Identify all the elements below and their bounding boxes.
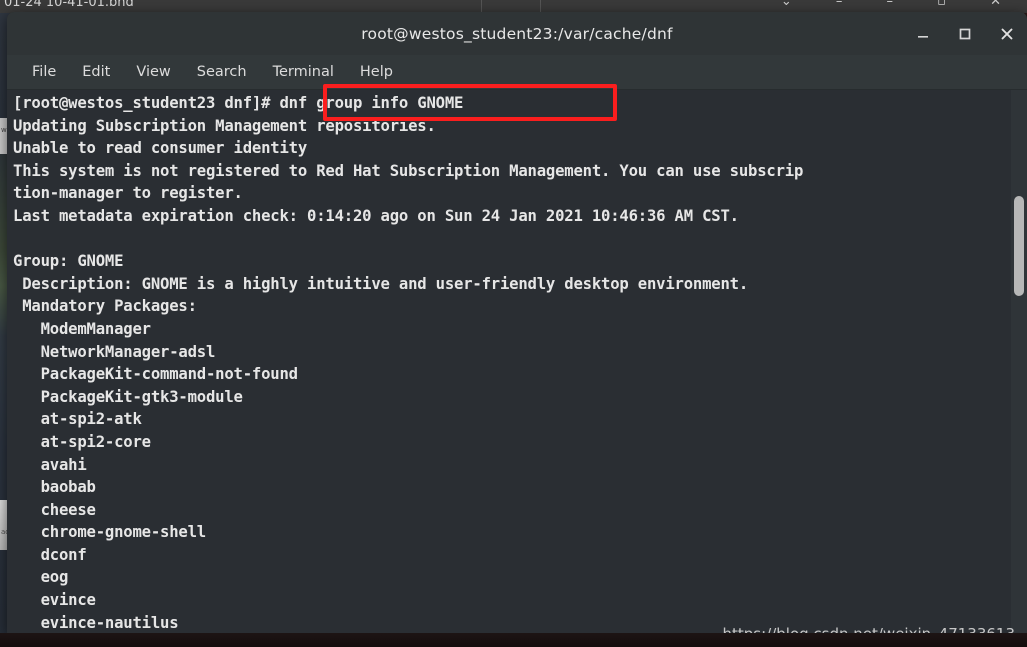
menu-item-search[interactable]: Search: [184, 61, 260, 83]
terminal-line: Updating Subscription Management reposit…: [13, 116, 436, 135]
terminal-line: tion-manager to register.: [13, 184, 243, 203]
background-window-controls[interactable]: ⌄ – – ▫ ✕: [781, 0, 1021, 9]
terminal-line: evince: [13, 591, 96, 610]
terminal-line: ModemManager: [13, 319, 151, 338]
terminal-line: chrome-gnome-shell: [13, 523, 207, 542]
window-controls: [913, 12, 1017, 55]
menu-item-edit[interactable]: Edit: [69, 61, 123, 83]
terminal-line: PackageKit-command-not-found: [13, 365, 298, 384]
desktop-bottom-band: [0, 633, 1027, 647]
terminal-line: Last metadata expiration check: 0:14:20 …: [13, 206, 739, 225]
terminal-line: dconf: [13, 545, 87, 564]
terminal-scrollbar-thumb[interactable]: [1014, 196, 1024, 296]
terminal-line: Description: GNOME is a highly intuitive…: [13, 274, 749, 293]
background-window-title: 01-24 10-41-01.bhd: [4, 0, 134, 10]
menubar: File Edit View Search Terminal Help: [7, 55, 1027, 90]
terminal-body[interactable]: [root@westos_student23 dnf]# dnf group i…: [7, 90, 1027, 633]
window-titlebar[interactable]: root@westos_student23:/var/cache/dnf: [7, 12, 1027, 55]
terminal-scrollbar[interactable]: [1011, 90, 1027, 633]
maximize-icon[interactable]: [955, 24, 975, 44]
menu-item-file[interactable]: File: [19, 61, 69, 83]
terminal-line: NetworkManager-adsl: [13, 342, 216, 361]
window-title: root@westos_student23:/var/cache/dnf: [361, 24, 673, 43]
terminal-line: cheese: [13, 500, 96, 519]
terminal-line: PackageKit-gtk3-module: [13, 387, 243, 406]
terminal-window: root@westos_student23:/var/cache/dnf Fil…: [7, 12, 1027, 633]
menu-item-view[interactable]: View: [123, 61, 183, 83]
menu-item-terminal[interactable]: Terminal: [260, 61, 347, 83]
terminal-line: at-spi2-atk: [13, 410, 142, 429]
terminal-line: [root@westos_student23 dnf]# dnf group i…: [13, 94, 464, 112]
close-icon[interactable]: [997, 24, 1017, 44]
terminal-line: at-spi2-core: [13, 432, 151, 451]
terminal-line: Group: GNOME: [13, 252, 124, 271]
terminal-output: [root@westos_student23 dnf]# dnf group i…: [13, 92, 1005, 633]
menu-item-help[interactable]: Help: [347, 61, 406, 83]
minimize-icon[interactable]: [913, 24, 933, 44]
terminal-line: This system is not registered to Red Hat…: [13, 161, 804, 180]
terminal-line: Unable to read consumer identity: [13, 139, 308, 158]
terminal-line: Mandatory Packages:: [13, 297, 197, 316]
terminal-line: baobab: [13, 478, 96, 497]
terminal-line: eog: [13, 568, 69, 587]
terminal-line: avahi: [13, 455, 87, 474]
screen-root: 01-24 10-41-01.bhd ⌄ – – ▫ ✕ w ad root@w…: [0, 0, 1027, 647]
